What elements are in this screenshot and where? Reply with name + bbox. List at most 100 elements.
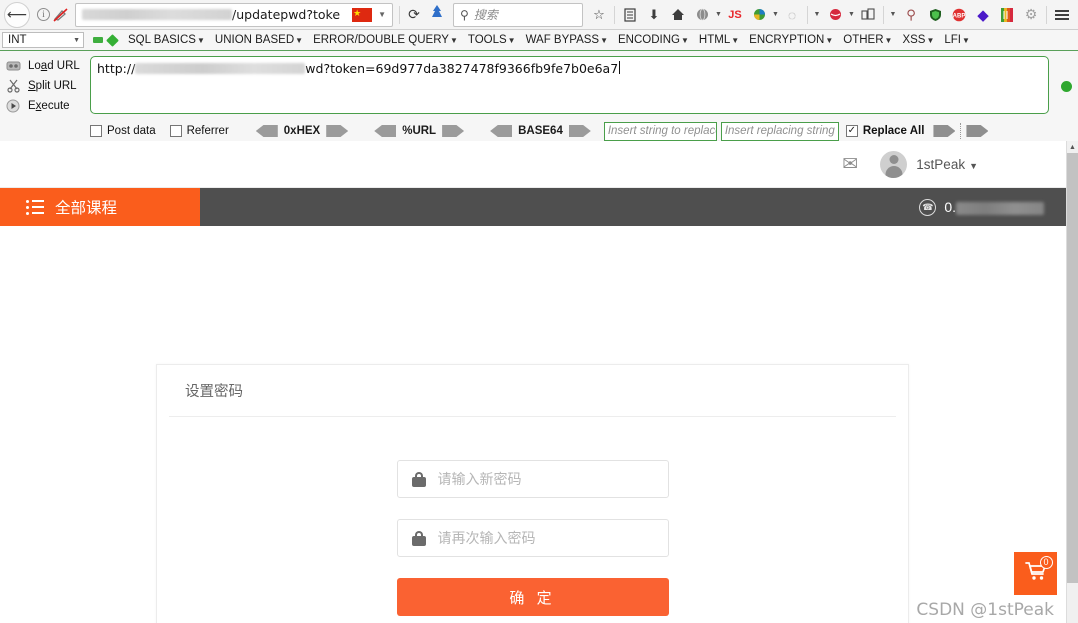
- colorful-globe-icon[interactable]: [747, 3, 771, 27]
- replace-find-input[interactable]: Insert string to replace: [603, 121, 717, 141]
- decode-url-button[interactable]: [374, 125, 397, 137]
- new-password-field[interactable]: 请输入新密码: [396, 460, 669, 498]
- replace-with-input[interactable]: Insert replacing string: [720, 121, 839, 141]
- hackbar-menu-sql-basics[interactable]: SQL BASICS▼: [123, 34, 210, 46]
- split-url-button[interactable]: Split URL: [5, 76, 90, 96]
- decode-hex-button[interactable]: [255, 125, 278, 137]
- set-password-card: 设置密码 请输入新密码 请再次输入密码 确 定: [156, 364, 909, 623]
- decode-base64-button[interactable]: [490, 125, 513, 137]
- menu-label: SQL BASICS: [128, 34, 196, 46]
- hackbar-menu-encryption[interactable]: ENCRYPTION▼: [744, 34, 838, 46]
- site-header: ✉ 1stPeak ▼: [0, 141, 1066, 188]
- post-data-checkbox[interactable]: Post data: [90, 125, 156, 137]
- hackbar-panel: INT ▼ SQL BASICS▼ UNION BASED▼ ERROR/DOU…: [0, 30, 1078, 145]
- chevron-down-icon[interactable]: ▼: [847, 3, 856, 27]
- username-label: 1stPeak ▼: [916, 157, 978, 172]
- confirm-password-field[interactable]: 请再次输入密码: [396, 519, 669, 557]
- home-icon[interactable]: [666, 3, 690, 27]
- mail-icon[interactable]: ✉: [842, 153, 858, 176]
- replace-all-label: Replace All: [862, 125, 925, 137]
- globe-icon[interactable]: [690, 3, 714, 27]
- scroll-up-icon[interactable]: ▲: [1067, 141, 1078, 153]
- encode-url-button[interactable]: [442, 125, 465, 137]
- replace-revert-button[interactable]: [966, 125, 989, 137]
- execute-button[interactable]: Execute: [5, 96, 90, 116]
- window-resizer-icon[interactable]: [856, 3, 880, 27]
- reload-icon[interactable]: ⟳: [403, 6, 425, 23]
- address-bar[interactable]: /updatepwd?toke ▼: [75, 2, 393, 27]
- page-scrollbar[interactable]: ▲: [1066, 141, 1078, 623]
- scrollbar-thumb[interactable]: [1067, 153, 1078, 583]
- hackbar-menu-row: INT ▼ SQL BASICS▼ UNION BASED▼ ERROR/DOU…: [0, 30, 1078, 51]
- checkbox-box: [169, 125, 182, 137]
- encoder-group-url: %URL: [374, 125, 465, 137]
- load-url-button[interactable]: Load URL: [5, 56, 90, 76]
- menu-label: ENCRYPTION: [749, 34, 825, 46]
- replace-find-placeholder: Insert string to replace: [607, 125, 717, 137]
- hackbar-menu-lfi[interactable]: LFI▼: [939, 34, 975, 46]
- hackbar-menu-xss[interactable]: XSS▼: [897, 34, 939, 46]
- toolbar-divider: [399, 5, 400, 24]
- chevron-down-icon[interactable]: ▼: [374, 10, 390, 19]
- bookmark-star-icon[interactable]: ☆: [587, 3, 611, 27]
- library-icon[interactable]: [618, 3, 642, 27]
- search-bar[interactable]: ⚲ 搜索: [453, 2, 583, 27]
- back-arrow-icon[interactable]: ⟵: [4, 1, 30, 28]
- hackbar-menu-encoding[interactable]: ENCODING▼: [613, 34, 694, 46]
- gear-icon[interactable]: ⚙: [1019, 3, 1043, 27]
- pencil-crossed-icon: [53, 7, 68, 22]
- downloads-icon[interactable]: ⬇: [642, 3, 666, 27]
- encode-base64-button[interactable]: [568, 125, 591, 137]
- referrer-checkbox[interactable]: Referrer: [169, 125, 229, 137]
- site-navbar: 全部课程 ☎ 0.: [0, 188, 1066, 226]
- page-title: 设置密码: [169, 365, 896, 417]
- site-identity-box[interactable]: i: [33, 7, 72, 22]
- load-url-icon: [5, 59, 21, 74]
- user-menu[interactable]: 1stPeak ▼: [880, 150, 978, 178]
- nav-all-courses-label: 全部课程: [55, 200, 118, 217]
- plus-button-icon[interactable]: [106, 33, 119, 47]
- zoom-search-icon[interactable]: ⚲: [899, 3, 923, 27]
- menu-label: OTHER: [843, 34, 884, 46]
- hackbar-menu-union-based[interactable]: UNION BASED▼: [210, 34, 308, 46]
- menu-label: ERROR/DOUBLE QUERY: [313, 34, 449, 46]
- nav-all-courses[interactable]: 全部课程: [0, 188, 200, 226]
- hackbar-menu-tools[interactable]: TOOLS▼: [463, 34, 521, 46]
- hackbar-menu-error-double-query[interactable]: ERROR/DOUBLE QUERY▼: [308, 34, 463, 46]
- encode-hex-button[interactable]: [326, 125, 349, 137]
- blue-diamond-icon[interactable]: ◆: [971, 3, 995, 27]
- url-text: /updatepwd?toke: [232, 7, 341, 22]
- encoder-label-url: %URL: [402, 125, 437, 137]
- replace-apply-button[interactable]: [933, 125, 956, 137]
- replace-all-checkbox[interactable]: ✓ Replace All: [845, 125, 925, 137]
- svg-text:ABP: ABP: [953, 13, 966, 19]
- chevron-down-icon[interactable]: ▼: [887, 3, 899, 27]
- chevron-down-icon: ▼: [731, 36, 740, 45]
- china-flag-icon[interactable]: [352, 6, 373, 22]
- url-suffix-text: wd?token=69d977da3827478f9366fb9fe7b0e6a…: [305, 61, 619, 76]
- hackbar-type-select[interactable]: INT ▼: [2, 32, 84, 48]
- red-cookie-icon[interactable]: [823, 3, 847, 27]
- info-icon[interactable]: i: [37, 8, 50, 21]
- extension-blue-icon[interactable]: [425, 4, 449, 25]
- shopping-cart-button[interactable]: 0: [1014, 552, 1057, 595]
- url-redacted-host: [135, 63, 306, 74]
- minus-button-icon[interactable]: [93, 37, 103, 43]
- palette-icon[interactable]: ◌: [780, 3, 804, 27]
- javascript-toggle-icon[interactable]: JS: [723, 3, 747, 27]
- shield-icon[interactable]: [923, 3, 947, 27]
- phone-redacted: [956, 201, 1044, 215]
- list-menu-icon: [26, 199, 44, 215]
- hackbar-menu-other[interactable]: OTHER▼: [838, 34, 897, 46]
- chevron-down-icon[interactable]: ▼: [714, 3, 723, 27]
- adblock-icon[interactable]: ABP: [947, 3, 971, 27]
- rainbow-icon[interactable]: [995, 3, 1019, 27]
- hackbar-menu-html[interactable]: HTML▼: [694, 34, 744, 46]
- hackbar-url-textarea[interactable]: http:// wd?token=69d977da3827478f9366fb9…: [90, 56, 1049, 114]
- chevron-down-icon: ▼: [600, 36, 609, 45]
- submit-button[interactable]: 确 定: [396, 578, 669, 616]
- chevron-down-icon[interactable]: ▼: [811, 3, 823, 27]
- hackbar-menu-waf-bypass[interactable]: WAF BYPASS▼: [521, 34, 613, 46]
- chevron-down-icon[interactable]: ▼: [771, 3, 780, 27]
- hamburger-menu-icon[interactable]: [1050, 3, 1074, 27]
